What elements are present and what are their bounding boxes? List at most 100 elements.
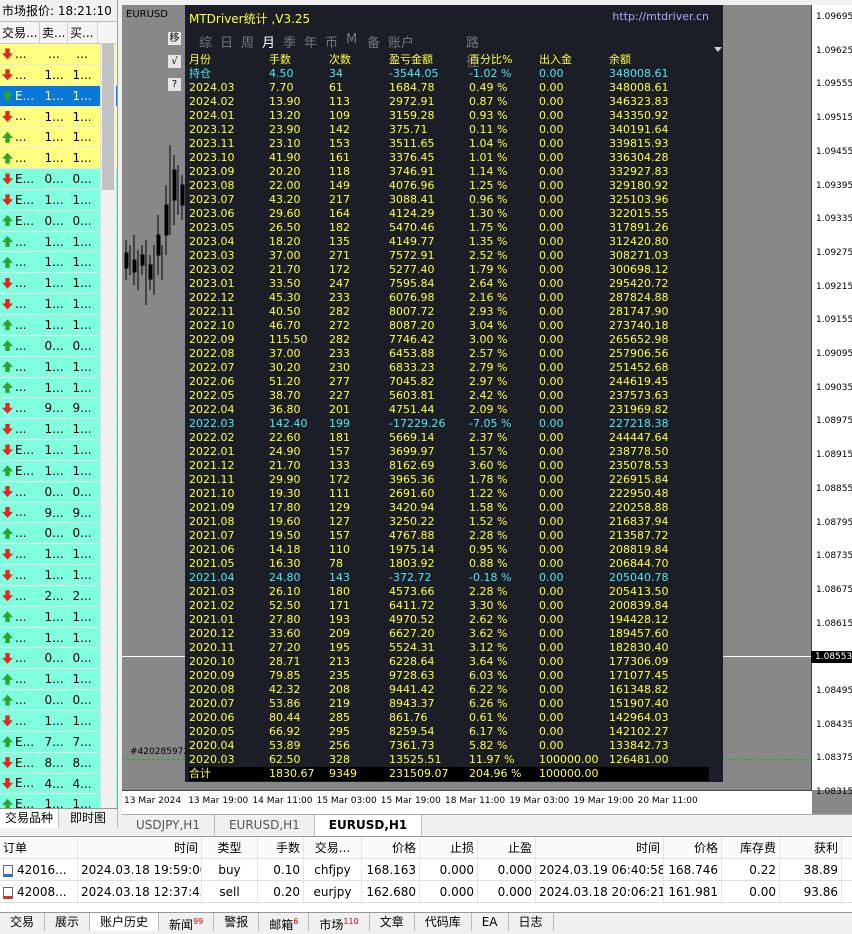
- symbol-name: ...: [15, 276, 27, 291]
- terminal-tab[interactable]: 日志: [509, 913, 554, 931]
- stats-cell: 157: [329, 445, 350, 458]
- terminal-col-header[interactable]: 止盈: [478, 837, 536, 858]
- bid-cell: 1...: [44, 568, 64, 583]
- stats-row: 2022.09 115.50 282 7746.42 3.00 % 0.00 265652.…: [189, 333, 709, 347]
- symbol-cell: ...: [0, 127, 40, 147]
- stats-cell: 5603.81: [389, 389, 435, 402]
- terminal-col-header[interactable]: 库存费: [722, 837, 780, 858]
- terminal-tab[interactable]: 交易: [0, 913, 46, 931]
- col-bid-header[interactable]: 卖...: [40, 22, 68, 43]
- scroll-down-icon[interactable]: [714, 47, 722, 52]
- stats-cell: 1.78 %: [469, 473, 508, 486]
- stats-cell: 2972.91: [389, 95, 435, 108]
- terminal-col-header[interactable]: 时间: [78, 837, 202, 858]
- col-ask-header[interactable]: 买...: [68, 22, 98, 43]
- stats-row: 2022.06 51.20 277 7045.82 2.97 % 0.00 244619.4…: [189, 375, 709, 389]
- terminal-tab[interactable]: EA: [472, 913, 509, 931]
- terminal-tab[interactable]: 新闻99: [159, 913, 215, 932]
- chart-tab-eurusd-2[interactable]: EURUSD,H1: [314, 815, 423, 836]
- symbol-name: ...: [15, 588, 27, 603]
- stats-cell: 251452.68: [609, 361, 669, 374]
- terminal-tab[interactable]: 警报: [214, 913, 260, 931]
- stats-scrollbar[interactable]: [713, 5, 723, 782]
- terminal-tab[interactable]: 展示: [45, 913, 91, 931]
- terminal-col-header[interactable]: 交易...: [304, 837, 362, 858]
- stats-cell: 4970.52: [389, 613, 435, 626]
- terminal-cell: 0.000: [478, 859, 536, 880]
- ask-cell: 1...: [72, 88, 92, 103]
- help-button[interactable]: ?: [167, 77, 182, 92]
- terminal-col-header[interactable]: 价格: [664, 837, 722, 858]
- stats-cell: 17.80: [269, 501, 301, 514]
- time-axis[interactable]: 13 Mar 2024 13 Mar 19:00 14 Mar 11:00 15 Ma…: [122, 790, 812, 814]
- price-axis[interactable]: 1.09695 1.09625 1.09555 1.09515 1.09455 1.093…: [811, 5, 852, 797]
- stats-cell: 135: [329, 235, 350, 248]
- stats-cell: 2023.04: [189, 235, 235, 248]
- mtdriver-url-link[interactable]: http://mtdriver.cn: [612, 10, 709, 23]
- stats-cell: 195: [329, 641, 350, 654]
- ask-cell: ...: [76, 47, 88, 61]
- terminal-tab[interactable]: 市场110: [309, 913, 370, 932]
- stats-row: 2022.01 24.90 157 3699.97 1.57 % 0.00 238778.5…: [189, 445, 709, 459]
- stats-cell: 2020.05: [189, 725, 235, 738]
- symbol-cell: ...: [0, 378, 40, 398]
- stats-cell: 151907.40: [609, 697, 669, 710]
- stats-cell: 205413.50: [609, 585, 669, 598]
- stats-cell: 282: [329, 305, 350, 318]
- terminal-tab[interactable]: 账户历史: [90, 913, 160, 931]
- stats-cell: 1.35 %: [469, 235, 508, 248]
- stats-cell: 325103.96: [609, 193, 669, 206]
- col-symbol-header[interactable]: 交易...: [0, 22, 40, 43]
- terminal-col-header[interactable]: 获利: [780, 837, 842, 858]
- market-watch-scroll-thumb[interactable]: [102, 44, 114, 190]
- terminal-tab-label: 警报: [224, 915, 249, 929]
- stats-cell: 2.79 %: [469, 361, 508, 374]
- arrow-up-icon: [2, 340, 13, 352]
- table-row[interactable]: 42016... 2024.03.18 19:59:00 buy 0.10 chfjpy…: [0, 859, 852, 881]
- stats-cell: 1.04 %: [469, 137, 508, 150]
- stats-total-cell: 204.96 %: [469, 767, 522, 780]
- terminal-col-header[interactable]: 价格: [362, 837, 420, 858]
- tab-symbols[interactable]: 交易品种: [0, 809, 59, 828]
- ask-cell: 1...: [72, 568, 92, 583]
- chart-tab-eurusd-1[interactable]: EURUSD,H1: [215, 815, 315, 836]
- move-button[interactable]: 移: [167, 31, 182, 46]
- stats-cell: 300698.12: [609, 263, 669, 276]
- arrow-down-icon: [2, 298, 13, 310]
- stats-cell: 111: [329, 487, 350, 500]
- check-button[interactable]: √: [167, 54, 182, 69]
- arrow-up-icon: [2, 632, 13, 644]
- table-row[interactable]: 42008... 2024.03.18 12:37:43 sell 0.20 eurjp…: [0, 881, 852, 903]
- chart-tab-usdjpy[interactable]: USDJPY,H1: [122, 815, 215, 836]
- stats-row: 2024.03 7.70 61 1684.78 0.49 % 0.00 348008.61: [189, 81, 709, 95]
- terminal-col-header[interactable]: 类型: [202, 837, 258, 858]
- ask-cell: 1...: [72, 234, 92, 249]
- stats-cell: 0.00: [539, 67, 564, 80]
- terminal-col-header[interactable]: 时间: [536, 837, 664, 858]
- tab-tick-chart[interactable]: 即时图: [59, 809, 118, 828]
- stats-cell: 27.80: [269, 613, 301, 626]
- stats-cell: 4.50: [269, 67, 294, 80]
- stats-cell: 0.00: [539, 319, 564, 332]
- stats-cell: 265652.98: [609, 333, 669, 346]
- stats-cell: 2020.04: [189, 739, 235, 752]
- terminal-col-header[interactable]: 订单: [0, 837, 78, 858]
- symbol-cell: E...: [0, 461, 40, 481]
- stats-row: 2020.04 53.89 256 7361.73 5.82 % 0.00 133842.7…: [189, 739, 709, 753]
- stats-cell: 5277.40: [389, 263, 435, 276]
- stats-cell: 142964.03: [609, 711, 669, 724]
- stats-cell: 340191.64: [609, 123, 669, 136]
- stats-cell: 219: [329, 697, 350, 710]
- terminal-tab[interactable]: 代码库: [415, 913, 472, 931]
- stats-header-cell: 次数: [329, 53, 351, 66]
- stats-cell: 51.20: [269, 375, 301, 388]
- terminal-col-header[interactable]: 止损: [420, 837, 478, 858]
- terminal-tab[interactable]: 文章: [370, 913, 415, 931]
- ask-cell: 1...: [72, 151, 92, 166]
- arrow-up-icon: [2, 381, 13, 393]
- symbol-cell: ...: [0, 232, 40, 252]
- terminal-col-header[interactable]: 手数: [258, 837, 304, 858]
- bid-cell: 1...: [44, 276, 64, 291]
- stats-cell: 0.00: [539, 291, 564, 304]
- terminal-tab[interactable]: 邮箱6: [259, 913, 310, 932]
